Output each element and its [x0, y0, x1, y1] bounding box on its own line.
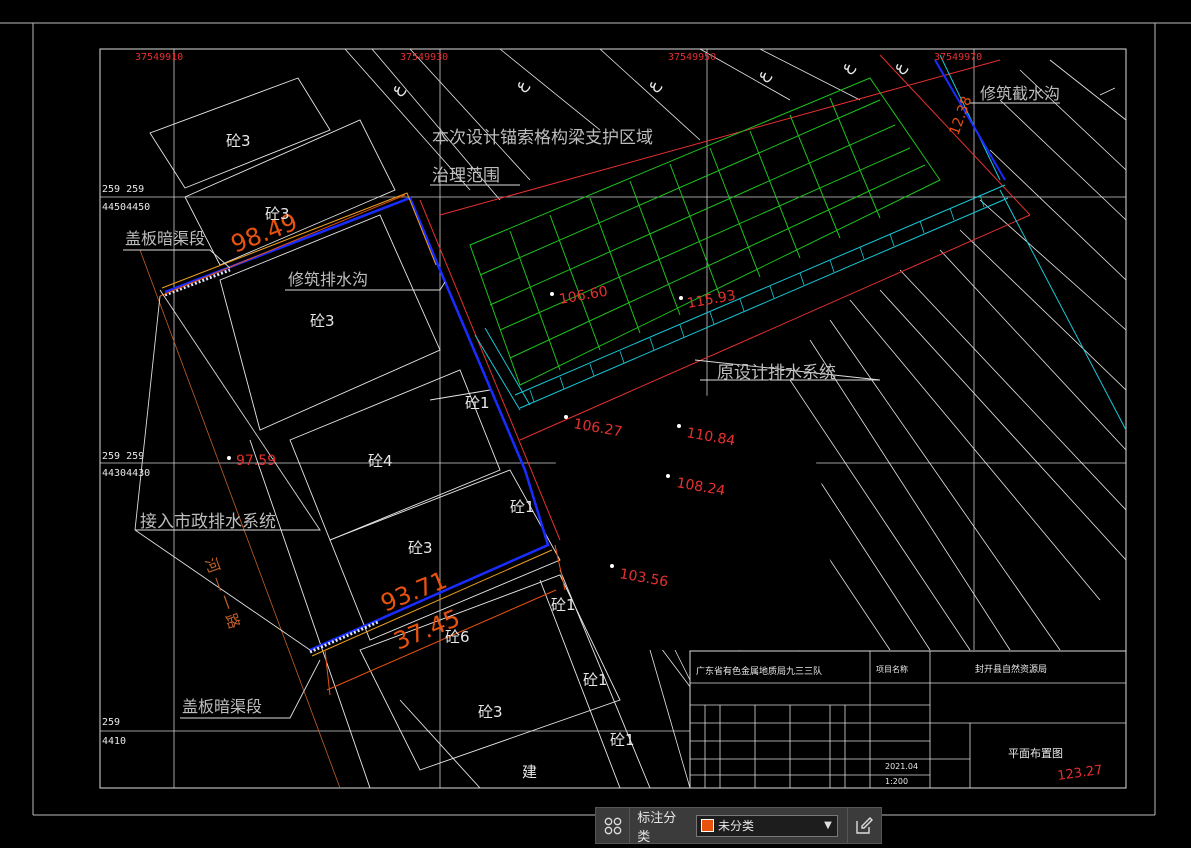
land-label: 砼3 [310, 312, 335, 330]
land-label: 砼4 [368, 452, 393, 470]
land-label: 砼1 [465, 394, 490, 412]
land-parcels [149, 77, 651, 789]
grid-x-label: 37549950 [668, 52, 716, 63]
grid-y-label: 259 [102, 717, 120, 728]
land-label: 砼1 [551, 596, 576, 614]
land-label: 砼3 [265, 205, 290, 223]
project-name: 封开县自然资源局 [975, 663, 1047, 675]
project-label: 项目名称 [876, 664, 908, 674]
grid-x-label: 37549910 [135, 52, 183, 63]
grid-y-label: 4410 [102, 736, 126, 747]
contour-label: ع [837, 57, 859, 78]
category-value: 未分类 [718, 819, 755, 833]
contour-label: ع [387, 79, 409, 100]
anchor-area-label: 本次设计锚索格构梁支护区域 [432, 128, 653, 148]
grid-y-label: 44504450 [102, 202, 150, 213]
grid-x-label: 37549970 [934, 52, 982, 63]
grid-x-label: 37549930 [400, 52, 448, 63]
cad-canvas[interactable]: 37549910 37549930 37549950 37549970 259 … [0, 0, 1191, 848]
grid-y-label: 259 259 [102, 184, 144, 195]
grid-icon [604, 817, 621, 834]
grid-y-label: 259 259 [102, 451, 144, 462]
land-label: 砼1 [510, 498, 535, 516]
covered-culvert-top-label: 盖板暗渠段 [125, 229, 205, 248]
land-label: 砼6 [445, 628, 470, 646]
treatment-scope-label: 治理范围 [432, 166, 500, 186]
original-drainage-label: 原设计排水系统 [717, 363, 836, 383]
grid-y-label: 44304430 [102, 468, 150, 479]
land-label: 砼3 [408, 539, 433, 557]
intercept-ditch-label: 修筑截水沟 [980, 84, 1060, 103]
category-color-swatch [701, 819, 715, 832]
road-label: 河 — 一 路 [201, 555, 243, 631]
elevation-label: 97.59 [236, 453, 276, 469]
land-label: 砼3 [226, 132, 251, 150]
grid-x-labels: 37549910 37549930 37549950 37549970 [135, 52, 982, 63]
drawing-title: 平面布置图 [1008, 747, 1063, 760]
edit-category-button[interactable] [846, 808, 881, 843]
title-block: 广东省有色金属地质局九三三队 项目名称 封开县自然资源局 平面布置图 2021.… [689, 650, 1127, 789]
land-label: 建 [522, 763, 537, 781]
drawing-date: 2021.04 [885, 762, 918, 771]
contour-label: ع [753, 65, 775, 86]
contour-label: ع [889, 57, 911, 78]
elevation-label: 115.93 [686, 288, 737, 312]
company-name: 广东省有色金属地质局九三三队 [696, 665, 822, 677]
dimension-right: 12.38 [947, 94, 976, 137]
land-label: 砼3 [478, 703, 503, 721]
chevron-down-icon: ▼ [824, 820, 832, 831]
land-label: 砼1 [583, 671, 608, 689]
grid-y-labels: 259 259 44504450 259 259 44304430 259 44… [102, 184, 150, 747]
category-select[interactable]: 未分类 ▼ [696, 814, 838, 837]
grid-view-button[interactable] [596, 808, 631, 843]
contour-label: ع [643, 75, 665, 96]
land-label: 砼1 [610, 731, 635, 749]
edit-icon [856, 816, 874, 834]
drainage-ditch-label: 修筑排水沟 [288, 270, 368, 289]
municipal-drainage-label: 接入市政排水系统 [140, 512, 276, 532]
annotation-toolbar: 标注分类 未分类 ▼ [595, 807, 882, 845]
annotations: 本次设计锚索格构梁支护区域 治理范围 修筑截水沟 盖板暗渠段 修筑排水沟 原设计… [125, 84, 1060, 716]
intercept-ditch [934, 59, 1006, 181]
contour-label: ع [511, 75, 533, 96]
category-label: 标注分类 [637, 810, 677, 845]
drawing-scale: 1:200 [885, 777, 908, 786]
anchor-grid [469, 77, 941, 386]
covered-culvert-bottom-label: 盖板暗渠段 [182, 697, 262, 716]
